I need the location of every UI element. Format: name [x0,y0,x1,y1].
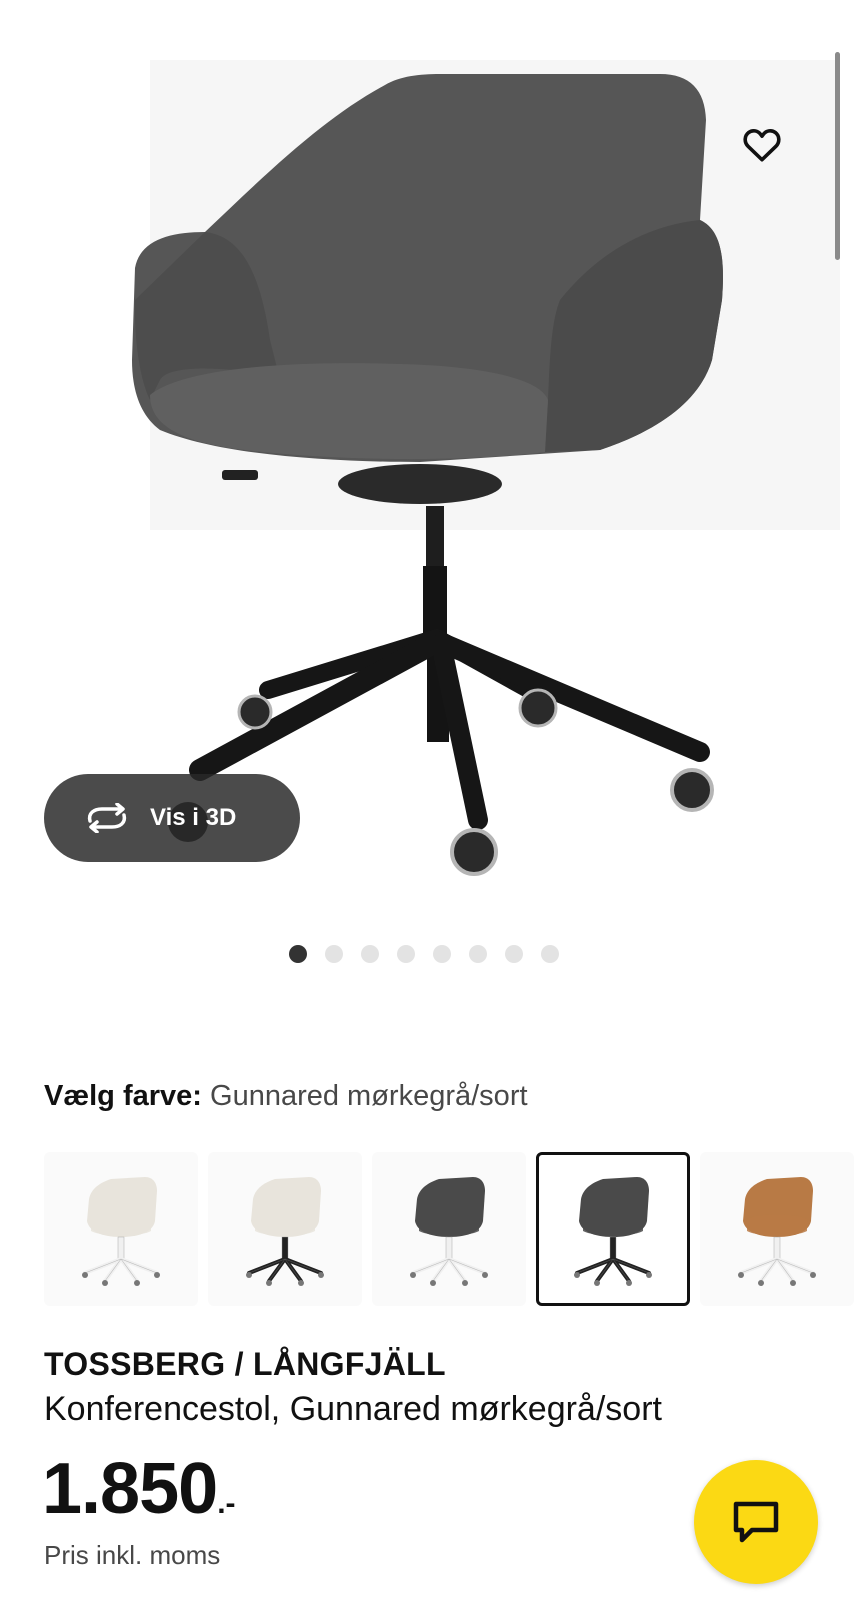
chat-bubble-icon [733,1501,779,1543]
gallery-dot[interactable] [469,945,487,963]
scrollbar[interactable] [835,52,840,260]
view-in-3d-button[interactable]: Vis i 3D [44,774,300,862]
color-swatch-list [44,1152,854,1306]
color-swatch[interactable] [208,1152,362,1306]
gallery-dot[interactable] [289,945,307,963]
product-price: 1.850.- [42,1448,236,1530]
view-in-3d-label: Vis i 3D [150,804,237,831]
swatch-chair-image [246,1177,324,1286]
color-label: Vælg farve: [44,1080,202,1112]
gallery-dot[interactable] [397,945,415,963]
gallery-dot[interactable] [541,945,559,963]
rotate-3d-icon [87,803,127,833]
color-value: Gunnared mørkegrå/sort [210,1080,528,1112]
swatch-chair-image [82,1177,160,1286]
product-description: Konferencestol, Gunnared mørkegrå/sort [44,1390,662,1428]
gallery-dot[interactable] [361,945,379,963]
favorite-button[interactable] [733,116,791,174]
swatch-chair-image [574,1177,652,1286]
swatch-chair-image [738,1177,816,1286]
price-note: Pris inkl. moms [44,1540,221,1570]
color-swatch[interactable] [536,1152,690,1306]
color-swatch[interactable] [44,1152,198,1306]
chat-button[interactable] [694,1460,818,1584]
swatch-chair-image [410,1177,488,1286]
price-suffix: .- [217,1487,236,1520]
gallery-dot[interactable] [325,945,343,963]
color-swatch[interactable] [700,1152,854,1306]
product-image-gallery[interactable]: Vis i 3D [0,0,862,1000]
price-amount: 1.850 [42,1449,218,1529]
color-swatch[interactable] [372,1152,526,1306]
gallery-dot[interactable] [505,945,523,963]
gallery-pagination [0,945,862,963]
product-name: TOSSBERG / LÅNGFJÄLL [44,1346,446,1382]
gallery-dot[interactable] [433,945,451,963]
color-selection-label: Vælg farve: Gunnared mørkegrå/sort [44,1080,528,1113]
heart-icon [743,128,781,162]
